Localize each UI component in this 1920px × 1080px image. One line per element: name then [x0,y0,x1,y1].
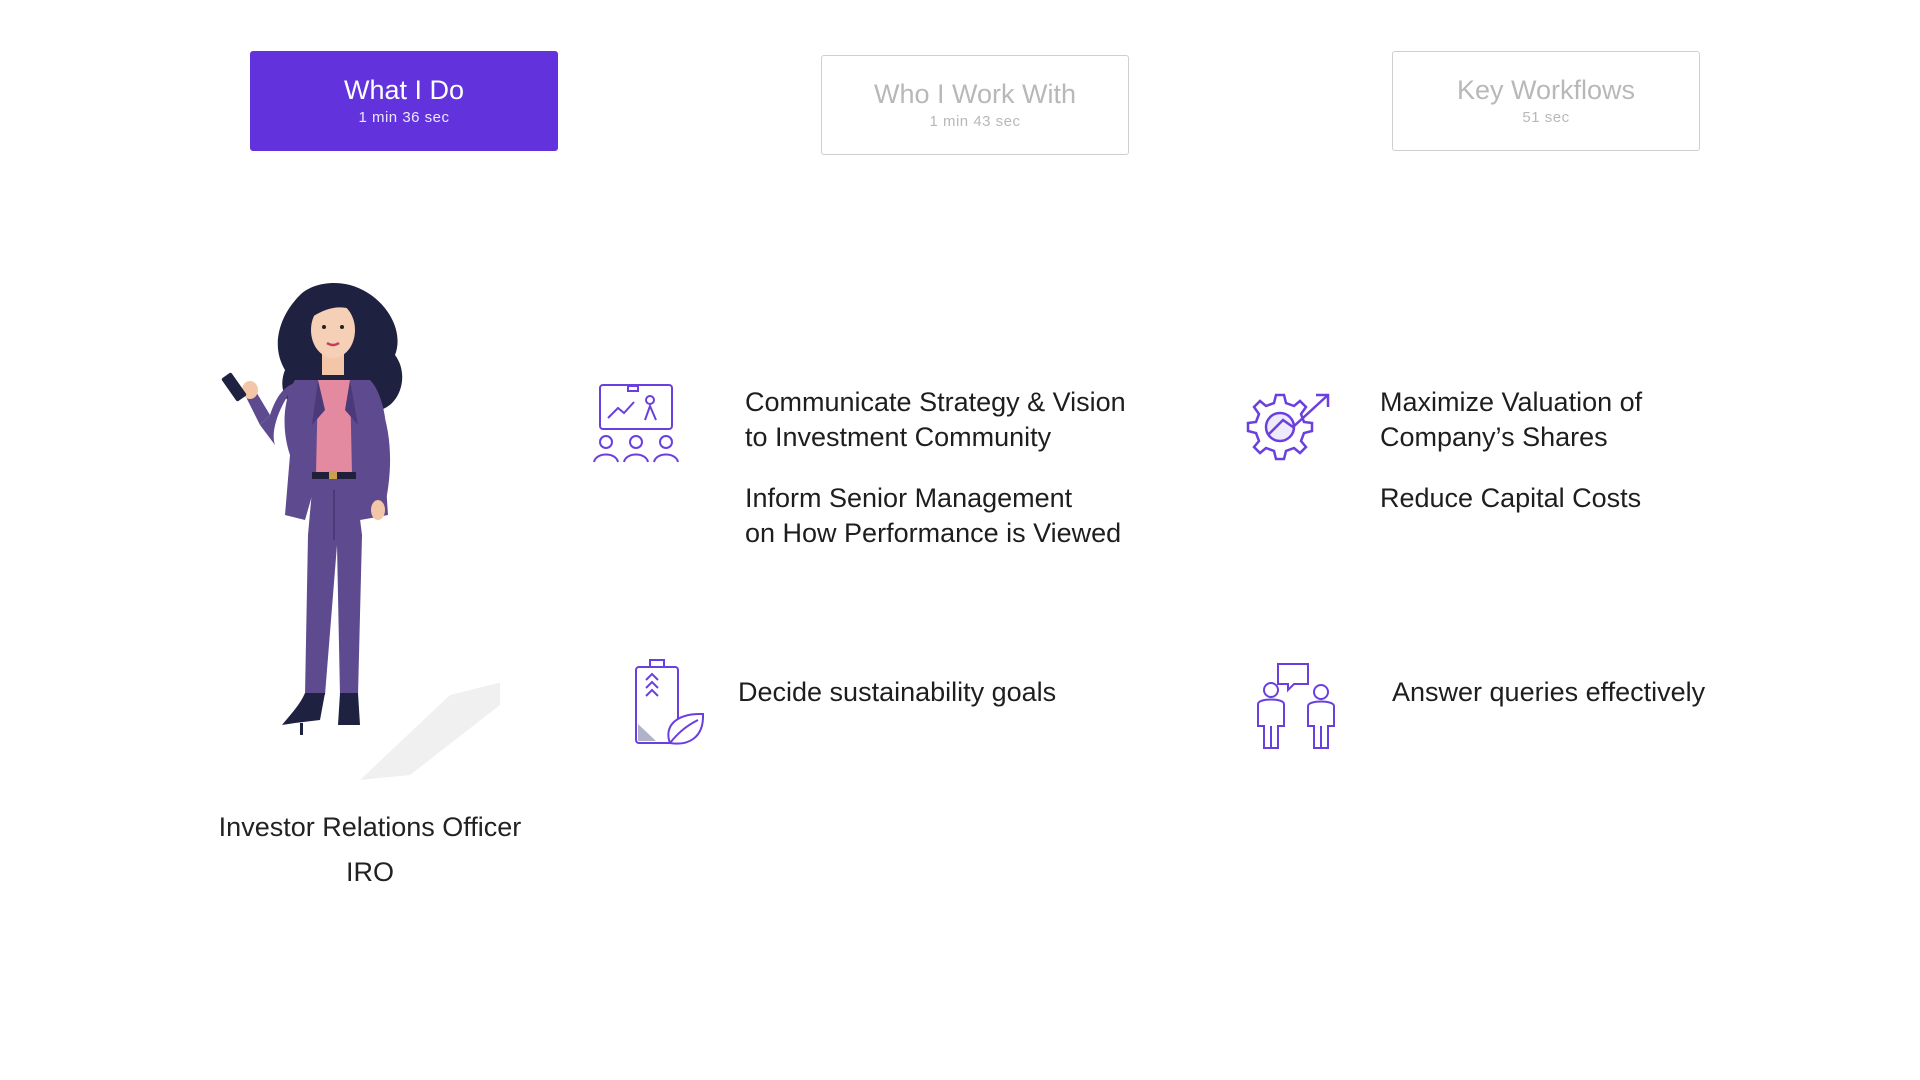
tab-title: Key Workflows [1456,75,1636,105]
feature-line: Inform Senior Management [745,483,1073,513]
tab-title: Who I Work With [873,79,1077,109]
people-chat-icon [1257,663,1335,749]
feature-line: Reduce Capital Costs [1380,483,1642,513]
persona-illustration [221,283,500,780]
feature-line: on How Performance is Viewed [745,518,1122,548]
tab-what-i-do[interactable]: What I Do 1 min 36 sec [250,51,558,151]
feature-sustainability: Decide sustainability goals [738,675,1056,710]
feature-line: Maximize Valuation of [1380,387,1643,417]
tab-key-workflows[interactable]: Key Workflows 51 sec [1392,51,1700,151]
feature-line: Communicate Strategy & Vision [745,387,1126,417]
feature-valuation: Maximize Valuation of Company’s Shares R… [1380,385,1642,516]
feature-line: to Investment Community [745,422,1052,452]
presentation-audience-icon [593,384,679,463]
tab-duration: 1 min 43 sec [929,113,1021,130]
tab-title: What I Do [343,75,465,105]
tab-duration: 1 min 36 sec [358,109,450,126]
tab-duration: 51 sec [1522,109,1570,126]
persona-abbreviation: IRO [345,857,394,887]
feature-strategy: Communicate Strategy & Vision to Investm… [745,385,1126,551]
feature-line: Company’s Shares [1380,422,1608,452]
battery-leaf-icon [635,659,705,745]
feature-queries: Answer queries effectively [1392,675,1705,710]
tab-who-i-work-with[interactable]: Who I Work With 1 min 43 sec [821,55,1129,155]
feature-line: Answer queries effectively [1392,677,1706,707]
gear-growth-icon [1246,393,1330,461]
feature-line: Decide sustainability goals [738,677,1057,707]
persona-title: Investor Relations Officer [218,812,522,842]
